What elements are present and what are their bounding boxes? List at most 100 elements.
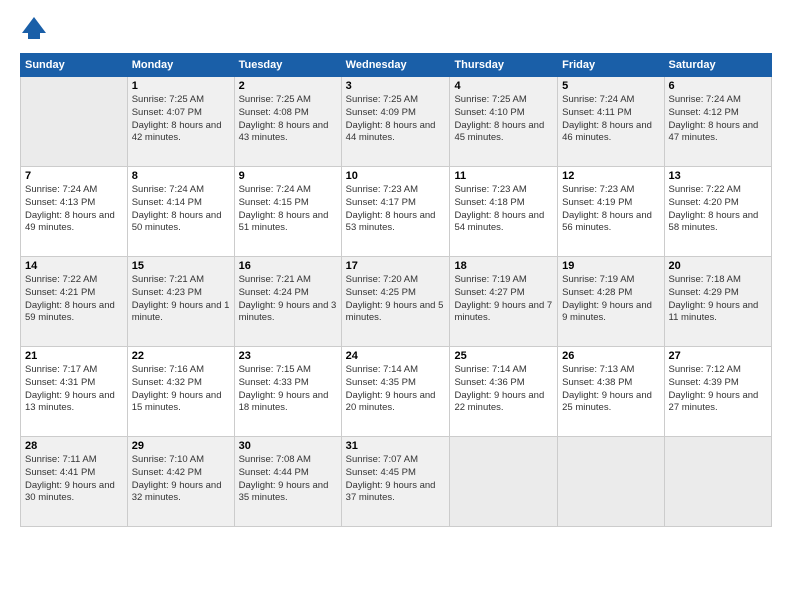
calendar-cell: 9 Sunrise: 7:24 AMSunset: 4:15 PMDaylight… — [234, 167, 341, 257]
day-info: Sunrise: 7:25 AMSunset: 4:10 PMDaylight:… — [454, 94, 553, 145]
page: SundayMondayTuesdayWednesdayThursdayFrid… — [0, 0, 792, 612]
day-number: 18 — [454, 260, 553, 272]
calendar-cell: 7Sunrise: 7:24 AMSunset: 4:13 PMDaylight… — [21, 167, 128, 257]
day-info: Sunrise: 7:24 AMSunset: 4:15 PMDaylight:… — [239, 184, 337, 235]
day-info: Sunrise: 7:25 AMSunset: 4:08 PMDaylight:… — [239, 94, 337, 145]
calendar-cell — [450, 437, 558, 527]
day-info: Sunrise: 7:12 AMSunset: 4:39 PMDaylight:… — [669, 364, 767, 415]
calendar-cell: 14Sunrise: 7:22 AMSunset: 4:21 PMDayligh… — [21, 257, 128, 347]
day-number: 30 — [239, 440, 337, 452]
day-info: Sunrise: 7:07 AMSunset: 4:45 PMDaylight:… — [346, 454, 446, 505]
calendar-cell: 31 Sunrise: 7:07 AMSunset: 4:45 PMDayligh… — [341, 437, 450, 527]
calendar-cell: 28 Sunrise: 7:11 AMSunset: 4:41 PMDayligh… — [21, 437, 128, 527]
calendar-cell — [21, 77, 128, 167]
calendar-cell: 11 Sunrise: 7:23 AMSunset: 4:18 PMDayligh… — [450, 167, 558, 257]
calendar-cell: 25Sunrise: 7:14 AMSunset: 4:36 PMDayligh… — [450, 347, 558, 437]
calendar-cell: 5Sunrise: 7:24 AMSunset: 4:11 PMDaylight… — [558, 77, 664, 167]
calendar-week-row: 1 Sunrise: 7:25 AMSunset: 4:07 PMDaylight… — [21, 77, 772, 167]
calendar-cell: 12 Sunrise: 7:23 AMSunset: 4:19 PMDayligh… — [558, 167, 664, 257]
calendar-cell: 10 Sunrise: 7:23 AMSunset: 4:17 PMDayligh… — [341, 167, 450, 257]
calendar-cell: 26Sunrise: 7:13 AMSunset: 4:38 PMDayligh… — [558, 347, 664, 437]
calendar-table: SundayMondayTuesdayWednesdayThursdayFrid… — [20, 53, 772, 527]
day-number: 31 — [346, 440, 446, 452]
day-number: 10 — [346, 170, 446, 182]
day-number: 8 — [132, 170, 230, 182]
day-number: 4 — [454, 80, 553, 92]
day-number: 16 — [239, 260, 337, 272]
day-number: 13 — [669, 170, 767, 182]
day-number: 29 — [132, 440, 230, 452]
day-number: 22 — [132, 350, 230, 362]
calendar-cell: 16 Sunrise: 7:21 AMSunset: 4:24 PMDayligh… — [234, 257, 341, 347]
day-number: 7 — [25, 170, 123, 182]
day-info: Sunrise: 7:24 AMSunset: 4:14 PMDaylight:… — [132, 184, 230, 235]
col-header-tuesday: Tuesday — [234, 54, 341, 77]
calendar-week-row: 7Sunrise: 7:24 AMSunset: 4:13 PMDaylight… — [21, 167, 772, 257]
day-info: Sunrise: 7:23 AMSunset: 4:19 PMDaylight:… — [562, 184, 659, 235]
calendar-week-row: 14Sunrise: 7:22 AMSunset: 4:21 PMDayligh… — [21, 257, 772, 347]
day-number: 21 — [25, 350, 123, 362]
day-number: 20 — [669, 260, 767, 272]
day-info: Sunrise: 7:11 AMSunset: 4:41 PMDaylight:… — [25, 454, 123, 505]
calendar-cell: 23Sunrise: 7:15 AMSunset: 4:33 PMDayligh… — [234, 347, 341, 437]
col-header-friday: Friday — [558, 54, 664, 77]
logo-icon — [20, 15, 48, 43]
calendar-cell: 21 Sunrise: 7:17 AMSunset: 4:31 PMDayligh… — [21, 347, 128, 437]
calendar-week-row: 28 Sunrise: 7:11 AMSunset: 4:41 PMDayligh… — [21, 437, 772, 527]
day-info: Sunrise: 7:21 AMSunset: 4:24 PMDaylight:… — [239, 274, 337, 325]
calendar-cell — [558, 437, 664, 527]
day-number: 27 — [669, 350, 767, 362]
calendar-header-row: SundayMondayTuesdayWednesdayThursdayFrid… — [21, 54, 772, 77]
calendar-cell: 15 Sunrise: 7:21 AMSunset: 4:23 PMDayligh… — [127, 257, 234, 347]
day-number: 2 — [239, 80, 337, 92]
day-info: Sunrise: 7:20 AMSunset: 4:25 PMDaylight:… — [346, 274, 446, 325]
calendar-cell: 6 Sunrise: 7:24 AMSunset: 4:12 PMDaylight… — [664, 77, 771, 167]
day-number: 14 — [25, 260, 123, 272]
col-header-saturday: Saturday — [664, 54, 771, 77]
day-number: 12 — [562, 170, 659, 182]
day-number: 19 — [562, 260, 659, 272]
day-info: Sunrise: 7:23 AMSunset: 4:18 PMDaylight:… — [454, 184, 553, 235]
day-number: 1 — [132, 80, 230, 92]
day-info: Sunrise: 7:19 AMSunset: 4:28 PMDaylight:… — [562, 274, 659, 325]
day-info: Sunrise: 7:24 AMSunset: 4:11 PMDaylight:… — [562, 94, 659, 145]
day-number: 9 — [239, 170, 337, 182]
day-number: 15 — [132, 260, 230, 272]
day-info: Sunrise: 7:25 AMSunset: 4:07 PMDaylight:… — [132, 94, 230, 145]
day-number: 3 — [346, 80, 446, 92]
calendar-cell: 17 Sunrise: 7:20 AMSunset: 4:25 PMDayligh… — [341, 257, 450, 347]
day-info: Sunrise: 7:19 AMSunset: 4:27 PMDaylight:… — [454, 274, 553, 325]
day-number: 24 — [346, 350, 446, 362]
day-info: Sunrise: 7:14 AMSunset: 4:35 PMDaylight:… — [346, 364, 446, 415]
day-info: Sunrise: 7:08 AMSunset: 4:44 PMDaylight:… — [239, 454, 337, 505]
calendar-cell: 3 Sunrise: 7:25 AMSunset: 4:09 PMDaylight… — [341, 77, 450, 167]
col-header-wednesday: Wednesday — [341, 54, 450, 77]
day-info: Sunrise: 7:16 AMSunset: 4:32 PMDaylight:… — [132, 364, 230, 415]
calendar-cell: 22 Sunrise: 7:16 AMSunset: 4:32 PMDayligh… — [127, 347, 234, 437]
calendar-cell: 27 Sunrise: 7:12 AMSunset: 4:39 PMDayligh… — [664, 347, 771, 437]
day-info: Sunrise: 7:10 AMSunset: 4:42 PMDaylight:… — [132, 454, 230, 505]
calendar-cell: 24 Sunrise: 7:14 AMSunset: 4:35 PMDayligh… — [341, 347, 450, 437]
day-number: 26 — [562, 350, 659, 362]
day-info: Sunrise: 7:23 AMSunset: 4:17 PMDaylight:… — [346, 184, 446, 235]
day-info: Sunrise: 7:24 AMSunset: 4:12 PMDaylight:… — [669, 94, 767, 145]
day-number: 28 — [25, 440, 123, 452]
calendar-week-row: 21 Sunrise: 7:17 AMSunset: 4:31 PMDayligh… — [21, 347, 772, 437]
col-header-sunday: Sunday — [21, 54, 128, 77]
day-info: Sunrise: 7:25 AMSunset: 4:09 PMDaylight:… — [346, 94, 446, 145]
calendar-cell: 18 Sunrise: 7:19 AMSunset: 4:27 PMDayligh… — [450, 257, 558, 347]
day-number: 6 — [669, 80, 767, 92]
header — [20, 15, 772, 43]
day-number: 17 — [346, 260, 446, 272]
calendar-cell: 20Sunrise: 7:18 AMSunset: 4:29 PMDayligh… — [664, 257, 771, 347]
calendar-cell: 4 Sunrise: 7:25 AMSunset: 4:10 PMDaylight… — [450, 77, 558, 167]
day-info: Sunrise: 7:21 AMSunset: 4:23 PMDaylight:… — [132, 274, 230, 325]
day-info: Sunrise: 7:15 AMSunset: 4:33 PMDaylight:… — [239, 364, 337, 415]
day-info: Sunrise: 7:17 AMSunset: 4:31 PMDaylight:… — [25, 364, 123, 415]
calendar-cell: 19 Sunrise: 7:19 AMSunset: 4:28 PMDayligh… — [558, 257, 664, 347]
calendar-cell: 8 Sunrise: 7:24 AMSunset: 4:14 PMDaylight… — [127, 167, 234, 257]
day-number: 11 — [454, 170, 553, 182]
col-header-monday: Monday — [127, 54, 234, 77]
logo — [20, 15, 52, 43]
calendar-cell: 2 Sunrise: 7:25 AMSunset: 4:08 PMDaylight… — [234, 77, 341, 167]
